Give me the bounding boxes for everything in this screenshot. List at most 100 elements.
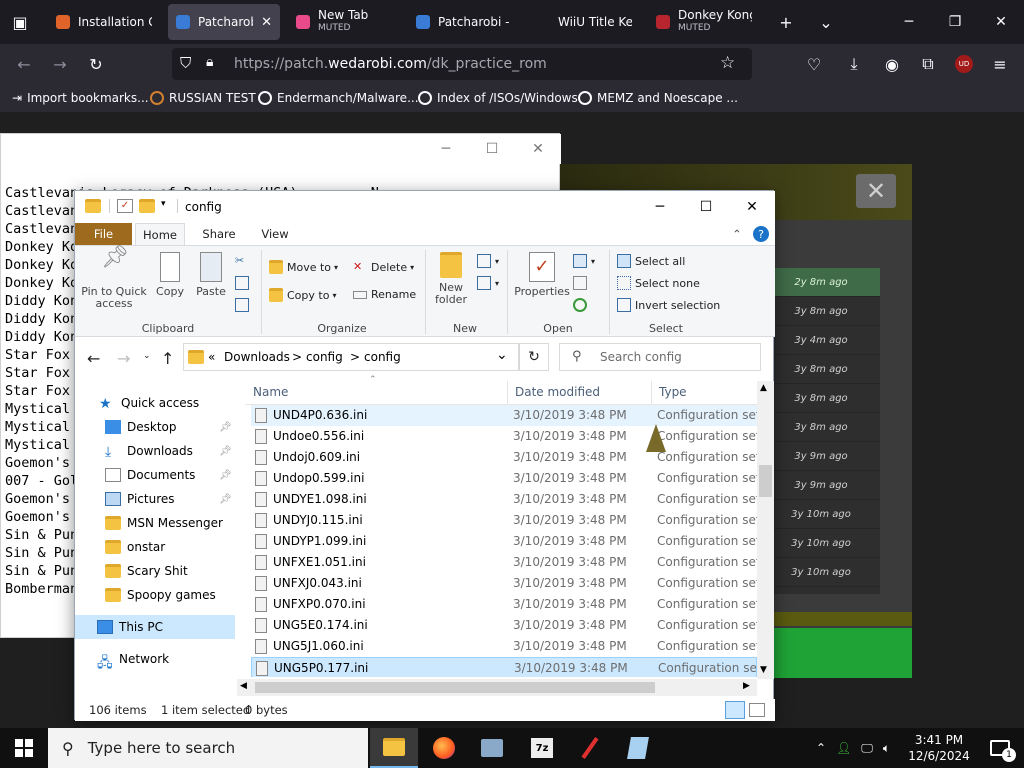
paste-button[interactable]: Paste	[193, 252, 229, 298]
browser-tab[interactable]: Patcharobi ✕	[168, 4, 280, 40]
back-button[interactable]: ←	[10, 50, 38, 78]
pinned-icon[interactable]: 📌︎	[219, 470, 232, 481]
recent-locations-icon[interactable]: ⌄	[143, 351, 151, 361]
tray-expand-icon[interactable]: ⌃	[816, 741, 826, 755]
browser-tab[interactable]: Installation Gu	[48, 4, 160, 40]
browser-maximize-button[interactable]: ❐	[932, 0, 978, 44]
file-row[interactable]: UNDYP1.099.ini 3/10/2019 3:48 PM Configura…	[251, 531, 757, 552]
file-row[interactable]: Undoj0.609.ini 3/10/2019 3:48 PM Configura…	[251, 447, 757, 468]
delete-button[interactable]: ✕ Delete ▾	[353, 260, 414, 274]
browser-tab[interactable]: New Tab MUTED	[288, 4, 400, 40]
horizontal-scroll-thumb[interactable]	[255, 682, 655, 693]
notes-taskbar-icon[interactable]	[614, 728, 662, 768]
nav-item-onstar[interactable]: onstar	[75, 535, 235, 559]
new-item-icon[interactable]: ▾	[477, 254, 499, 268]
bookmark-endermanch[interactable]: Endermanch/Malware...	[258, 91, 419, 105]
lock-icon[interactable]: 🔒︎	[206, 54, 213, 70]
file-row[interactable]: UNFXE1.051.ini 3/10/2019 3:48 PM Configura…	[251, 552, 757, 573]
up-arrow-icon[interactable]: ↑	[161, 349, 174, 368]
scroll-left-icon[interactable]: ◀	[240, 681, 247, 691]
address-dropdown-icon[interactable]: ⌄	[496, 347, 508, 363]
breadcrumb-downloads[interactable]: Downloads	[224, 350, 290, 364]
search-box[interactable]: ⚲ Search config	[559, 343, 761, 371]
extensions-icon[interactable]: ⧉	[914, 50, 942, 78]
select-none-button[interactable]: Select none	[617, 276, 700, 290]
pinned-icon[interactable]: 📌︎	[219, 422, 232, 433]
nav-item-downloads[interactable]: ⤓ Downloads 📌︎	[75, 439, 235, 463]
file-row[interactable]: UNG5J1.060.ini 3/10/2019 3:48 PM Configura…	[251, 636, 757, 657]
bookmark-star-icon[interactable]: ☆	[720, 53, 735, 73]
file-row[interactable]: UNDYJ0.115.ini 3/10/2019 3:48 PM Configura…	[251, 510, 757, 531]
new-folder-qat-icon[interactable]	[139, 199, 155, 213]
tab-home[interactable]: Home	[135, 223, 185, 245]
nav-item-msn-messenger[interactable]: MSN Messenger	[75, 511, 235, 535]
column-date-modified[interactable]: Date modified	[515, 385, 600, 399]
pen-tool-taskbar-icon[interactable]	[566, 728, 614, 768]
network-icon[interactable]: 🖵	[861, 741, 873, 756]
bookmark-isos[interactable]: Index of /ISOs/Windows	[418, 91, 578, 105]
pocket-icon[interactable]: ♡	[800, 50, 828, 78]
nav-item-this-pc[interactable]: This PC	[75, 615, 235, 639]
tab-share[interactable]: Share	[193, 223, 245, 245]
collapse-ribbon-icon[interactable]: ⌃	[727, 223, 747, 245]
version-time[interactable]: 3y 9m ago	[762, 471, 880, 500]
user-icon[interactable]: 👤︎	[836, 741, 851, 755]
volume-icon[interactable]: 🔈︎	[883, 741, 890, 756]
version-time[interactable]: 2y 8m ago	[762, 268, 880, 297]
new-folder-button[interactable]: New folder	[431, 252, 471, 306]
version-time[interactable]: 3y 8m ago	[762, 297, 880, 326]
forward-arrow-icon[interactable]: →	[117, 349, 130, 368]
breadcrumb-separator[interactable]: >	[292, 350, 302, 364]
nav-item-desktop[interactable]: Desktop 📌︎	[75, 415, 235, 439]
account-icon[interactable]: ◉	[878, 50, 906, 78]
forward-button[interactable]: →	[46, 50, 74, 78]
settings-taskbar-icon[interactable]	[468, 728, 516, 768]
scroll-right-icon[interactable]: ▶	[743, 681, 750, 691]
edit-icon[interactable]	[573, 276, 591, 290]
clock[interactable]: 3:41 PM 12/6/2024	[906, 732, 972, 764]
start-button[interactable]	[0, 728, 48, 768]
details-view-icon[interactable]	[725, 701, 745, 719]
browser-tab[interactable]: Patcharobi - R	[408, 4, 520, 40]
nav-item-spoopy-games[interactable]: Spoopy games	[75, 583, 235, 607]
history-icon[interactable]	[573, 298, 591, 312]
version-time[interactable]: 3y 8m ago	[762, 384, 880, 413]
breadcrumb-overflow[interactable]: «	[208, 350, 215, 364]
column-name[interactable]: Name	[253, 385, 288, 399]
notification-center-icon[interactable]: 1	[976, 728, 1024, 768]
move-to-button[interactable]: Move to ▾	[269, 260, 338, 274]
version-time[interactable]: 3y 10m ago	[762, 558, 880, 587]
nav-item-pictures[interactable]: Pictures 📌︎	[75, 487, 235, 511]
version-time[interactable]: 3y 8m ago	[762, 355, 880, 384]
vertical-scrollbar[interactable]: ▲ ▼	[757, 381, 774, 679]
tab-overview-icon[interactable]: ▣	[6, 8, 34, 36]
file-row[interactable]: UND4P0.636.ini 3/10/2019 3:48 PM Configura…	[251, 405, 757, 426]
file-row[interactable]: UNG5E0.174.ini 3/10/2019 3:48 PM Configura…	[251, 615, 757, 636]
copy-button[interactable]: Copy	[153, 252, 187, 298]
bookmark-memz[interactable]: MEMZ and Noescape ...	[578, 91, 738, 105]
app-menu-icon[interactable]: ≡	[986, 50, 1014, 78]
7zip-taskbar-icon[interactable]: 7z	[518, 728, 566, 768]
version-time[interactable]: 3y 8m ago	[762, 413, 880, 442]
invert-selection-button[interactable]: Invert selection	[617, 298, 720, 312]
breadcrumb-config-current[interactable]: config	[364, 350, 401, 364]
select-all-button[interactable]: Select all	[617, 254, 685, 268]
pinned-icon[interactable]: 📌︎	[219, 494, 232, 505]
tracking-shield-icon[interactable]: ⛉	[180, 54, 191, 72]
open-icon[interactable]: ▾	[573, 254, 595, 268]
explorer-minimize-button[interactable]: ─	[637, 191, 683, 223]
modal-close-button[interactable]: ✕	[856, 174, 896, 208]
cut-icon[interactable]: ✂	[235, 254, 244, 267]
column-separator[interactable]	[651, 381, 652, 405]
version-time[interactable]: 3y 9m ago	[762, 442, 880, 471]
file-row[interactable]: UNG5P0.177.ini 3/10/2019 3:48 PM Configura…	[251, 657, 757, 677]
url-bar[interactable]: ⛉ 🔒︎ https://patch.wedarobi.com/dk_pract…	[172, 48, 752, 80]
browser-tab[interactable]: Donkey Kong MUTED	[648, 4, 760, 40]
column-separator[interactable]	[507, 381, 508, 405]
browser-minimize-button[interactable]: ─	[886, 0, 932, 44]
file-explorer-taskbar-icon[interactable]	[370, 728, 418, 768]
file-row[interactable]: Undop0.599.ini 3/10/2019 3:48 PM Configura…	[251, 468, 757, 489]
paste-shortcut-icon[interactable]	[235, 298, 253, 312]
file-row[interactable]: UNFXP0.070.ini 3/10/2019 3:48 PM Configura…	[251, 594, 757, 615]
explorer-maximize-button[interactable]: ☐	[683, 191, 729, 223]
